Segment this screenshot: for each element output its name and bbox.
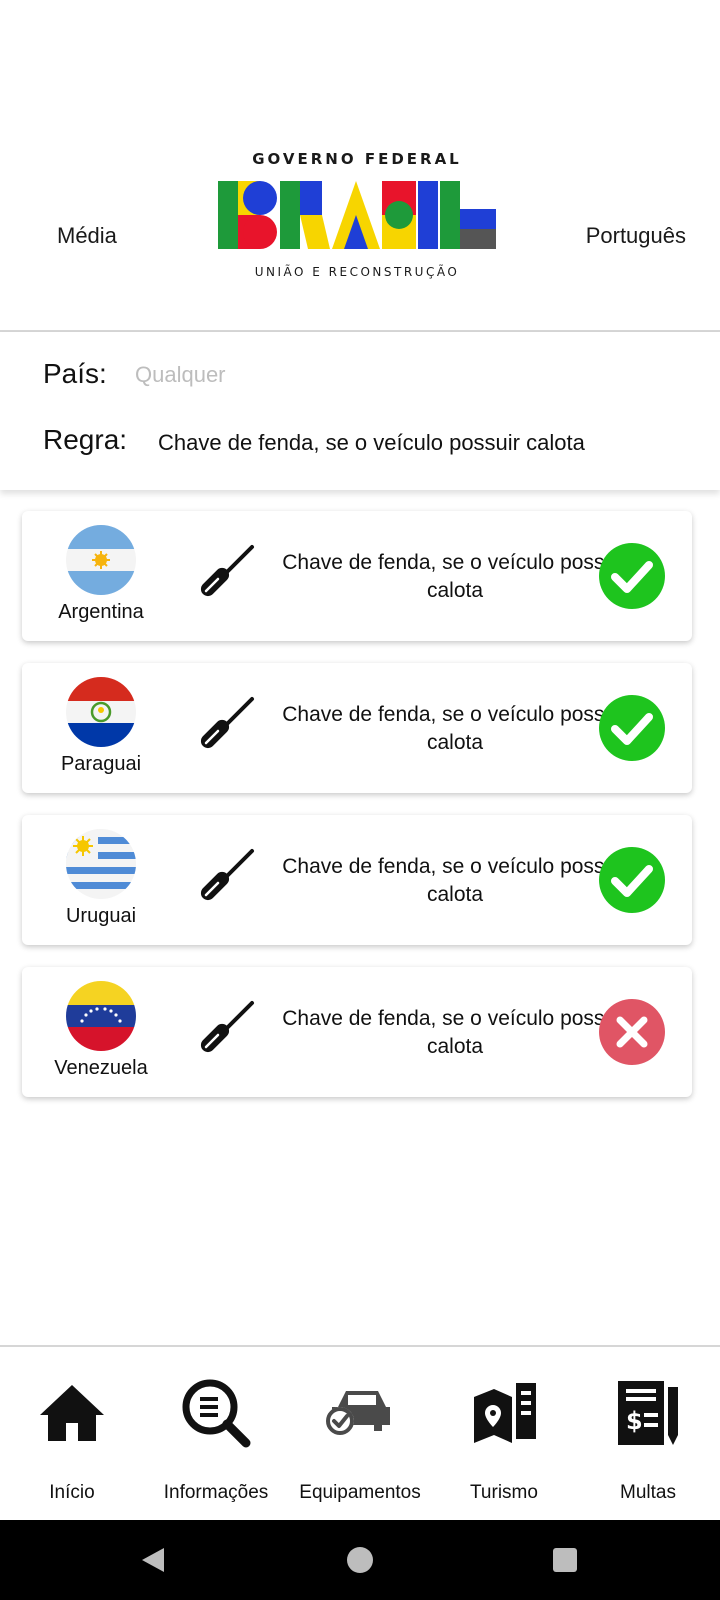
argentina-flag-icon bbox=[66, 525, 136, 595]
recents-icon[interactable] bbox=[552, 1547, 578, 1578]
brasil-logo-graphic bbox=[218, 181, 496, 249]
screwdriver-icon bbox=[188, 539, 260, 611]
nav-item-informacoes[interactable]: Informações bbox=[144, 1347, 288, 1522]
fine-document-icon: $ bbox=[612, 1377, 684, 1449]
nav-item-turismo[interactable]: Turismo bbox=[432, 1347, 576, 1522]
country-name: Paraguai bbox=[60, 753, 142, 775]
bottom-navigation: Início Informações Equipamentos Turismo … bbox=[0, 1345, 720, 1522]
filter-panel: País: Qualquer Regra: Chave de fenda, se… bbox=[0, 332, 720, 490]
country-filter-select[interactable]: Qualquer bbox=[135, 362, 226, 388]
svg-text:$: $ bbox=[626, 1407, 643, 1435]
search-info-icon bbox=[180, 1377, 252, 1449]
rule-text: Chave de fenda, se o veículo possuir cal… bbox=[282, 855, 628, 906]
rule-text: Chave de fenda, se o veículo possuir cal… bbox=[282, 703, 628, 754]
logo-bottom-text: UNIÃO E RECONSTRUÇÃO bbox=[254, 265, 460, 279]
home-icon bbox=[36, 1377, 108, 1449]
country-name: Argentina bbox=[58, 601, 144, 623]
country-name: Venezuela bbox=[54, 1057, 148, 1079]
nav-item-inicio[interactable]: Início bbox=[0, 1347, 144, 1522]
screwdriver-icon bbox=[188, 843, 260, 915]
rule-text: Chave de fenda, se o veículo possuir cal… bbox=[282, 551, 628, 602]
country-filter-label: País: bbox=[43, 358, 107, 389]
country-name: Uruguai bbox=[65, 905, 137, 927]
uruguay-flag-icon bbox=[66, 829, 136, 899]
nav-label: Informações bbox=[163, 1482, 269, 1503]
screwdriver-icon bbox=[188, 995, 260, 1067]
result-card-argentina[interactable]: Argentina Chave de fenda, se o veículo p… bbox=[22, 511, 692, 641]
nav-label: Turismo bbox=[470, 1482, 538, 1503]
language-button[interactable]: Português bbox=[586, 223, 686, 249]
back-icon[interactable] bbox=[140, 1546, 166, 1579]
app-header: Média GOVERNO FEDERAL UNIÃO E RECONSTRUÇ… bbox=[0, 0, 720, 332]
nav-item-equipamentos[interactable]: Equipamentos bbox=[288, 1347, 432, 1522]
close-icon bbox=[598, 998, 666, 1066]
nav-label: Início bbox=[49, 1482, 95, 1503]
screwdriver-icon bbox=[188, 691, 260, 763]
car-check-icon bbox=[324, 1377, 396, 1449]
home-circle-icon[interactable] bbox=[346, 1546, 374, 1579]
nav-label: Equipamentos bbox=[299, 1482, 421, 1503]
venezuela-flag-icon bbox=[66, 981, 136, 1051]
check-icon bbox=[598, 846, 666, 914]
result-card-paraguai[interactable]: Paraguai Chave de fenda, se o veículo po… bbox=[22, 663, 692, 793]
map-icon bbox=[468, 1377, 540, 1449]
media-button[interactable]: Média bbox=[57, 223, 117, 249]
check-icon bbox=[598, 694, 666, 762]
rule-filter-select[interactable]: Chave de fenda, se o veículo possuir cal… bbox=[158, 430, 585, 456]
check-icon bbox=[598, 542, 666, 610]
paraguay-flag-icon bbox=[66, 677, 136, 747]
nav-item-multas[interactable]: $ Multas bbox=[576, 1347, 720, 1522]
rule-text: Chave de fenda, se o veículo possuir cal… bbox=[282, 1007, 628, 1058]
nav-label: Multas bbox=[620, 1482, 676, 1503]
result-card-uruguai[interactable]: Uruguai Chave de fenda, se o veículo pos… bbox=[22, 815, 692, 945]
governo-federal-logo: GOVERNO FEDERAL UNIÃO E RECONSTRUÇÃO bbox=[212, 148, 502, 288]
result-card-venezuela[interactable]: Venezuela Chave de fenda, se o veículo p… bbox=[22, 967, 692, 1097]
logo-top-text: GOVERNO FEDERAL bbox=[252, 150, 462, 168]
system-navigation-bar bbox=[0, 1520, 720, 1600]
rule-filter-label: Regra: bbox=[43, 424, 128, 455]
